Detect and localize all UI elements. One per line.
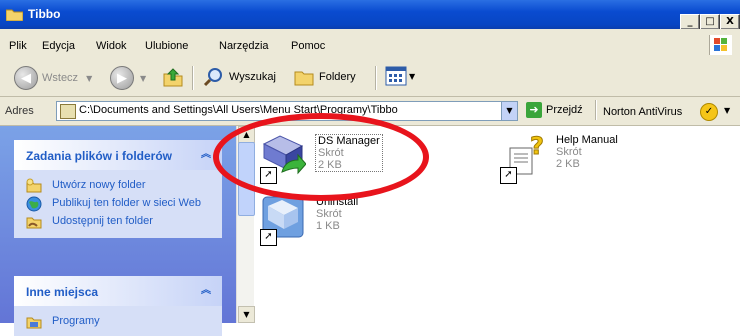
chevron-down-icon: ▼	[409, 71, 416, 81]
file-item-help-manual[interactable]: ? ➚ Help Manual Skrót 2 KB	[498, 130, 658, 184]
folders-icon	[294, 71, 314, 86]
forward-button[interactable]: ▶ ▼	[110, 66, 146, 90]
close-button[interactable]: X	[720, 14, 740, 30]
panel-header[interactable]: Zadania plików i folderów ︽	[14, 140, 222, 170]
folders-button[interactable]: Foldery	[293, 66, 356, 88]
search-icon	[203, 68, 222, 87]
menu-widok[interactable]: Widok	[96, 40, 127, 52]
task-share-folder[interactable]: Udostępnij ten folder	[14, 212, 222, 230]
windows-logo-icon	[709, 35, 732, 55]
menu-plik[interactable]: Plik	[9, 40, 27, 52]
place-programy[interactable]: Programy	[14, 312, 222, 330]
up-folder-icon	[163, 68, 183, 87]
chevron-down-icon: ▼	[86, 73, 93, 83]
chevron-down-icon[interactable]: ▼	[724, 106, 730, 115]
back-arrow-icon: ◀	[14, 66, 38, 90]
red-highlight-circle	[213, 113, 429, 201]
programs-folder-icon	[26, 317, 42, 329]
views-icon	[385, 66, 407, 86]
collapse-icon[interactable]: ︽	[198, 147, 214, 163]
maximize-button[interactable]: □	[700, 14, 720, 30]
new-folder-icon	[26, 178, 42, 193]
title-bar: Tibbo _ □ X	[0, 0, 740, 30]
norton-icon[interactable]: ✓	[700, 103, 718, 121]
toolbar: ◀ Wstecz ▼ ▶ ▼ Wyszukaj Foldery ▼	[0, 60, 740, 97]
menu-narzedzia[interactable]: Narzędzia	[219, 40, 269, 52]
search-button[interactable]: Wyszukaj	[203, 66, 276, 88]
back-button[interactable]: ◀ Wstecz ▼	[14, 66, 92, 90]
address-dropdown-button[interactable]: ▼	[501, 102, 517, 120]
forward-arrow-icon: ▶	[110, 66, 134, 90]
window-title: Tibbo	[28, 7, 61, 21]
other-places-panel: Inne miejsca ︽ Programy	[14, 276, 222, 336]
menu-bar: Plik Edycja Widok Ulubione Narzędzia Pom…	[0, 29, 740, 61]
folder-icon	[60, 104, 76, 119]
task-publish-web[interactable]: Publikuj ten folder w sieci Web	[14, 194, 222, 212]
go-button[interactable]: ➜ Przejdź	[526, 102, 583, 118]
scroll-down-arrow[interactable]: ▼	[238, 306, 255, 323]
address-label: Adres	[5, 105, 34, 117]
go-arrow-icon: ➜	[526, 102, 542, 118]
file-folder-tasks-panel: Zadania plików i folderów ︽ Utwórz nowy …	[14, 140, 222, 238]
panel-header[interactable]: Inne miejsca ︽	[14, 276, 222, 306]
folder-icon	[6, 9, 23, 21]
share-folder-icon	[26, 217, 42, 229]
shortcut-arrow-icon: ➚	[500, 167, 517, 184]
task-new-folder[interactable]: Utwórz nowy folder	[14, 176, 222, 194]
task-pane: Zadania plików i folderów ︽ Utwórz nowy …	[0, 126, 236, 336]
shortcut-arrow-icon: ➚	[260, 229, 277, 246]
collapse-icon[interactable]: ︽	[198, 283, 214, 299]
minimize-button[interactable]: _	[680, 14, 700, 30]
menu-edycja[interactable]: Edycja	[42, 40, 75, 52]
up-folder-button[interactable]	[162, 66, 184, 88]
svg-text:?: ?	[530, 132, 544, 160]
views-button[interactable]: ▼	[385, 66, 415, 86]
menu-ulubione[interactable]: Ulubione	[145, 40, 188, 52]
norton-antivirus-label[interactable]: Norton AntiVirus	[603, 106, 682, 118]
chevron-down-icon: ▼	[140, 73, 147, 83]
menu-pomoc[interactable]: Pomoc	[291, 40, 325, 52]
globe-icon	[26, 196, 42, 212]
